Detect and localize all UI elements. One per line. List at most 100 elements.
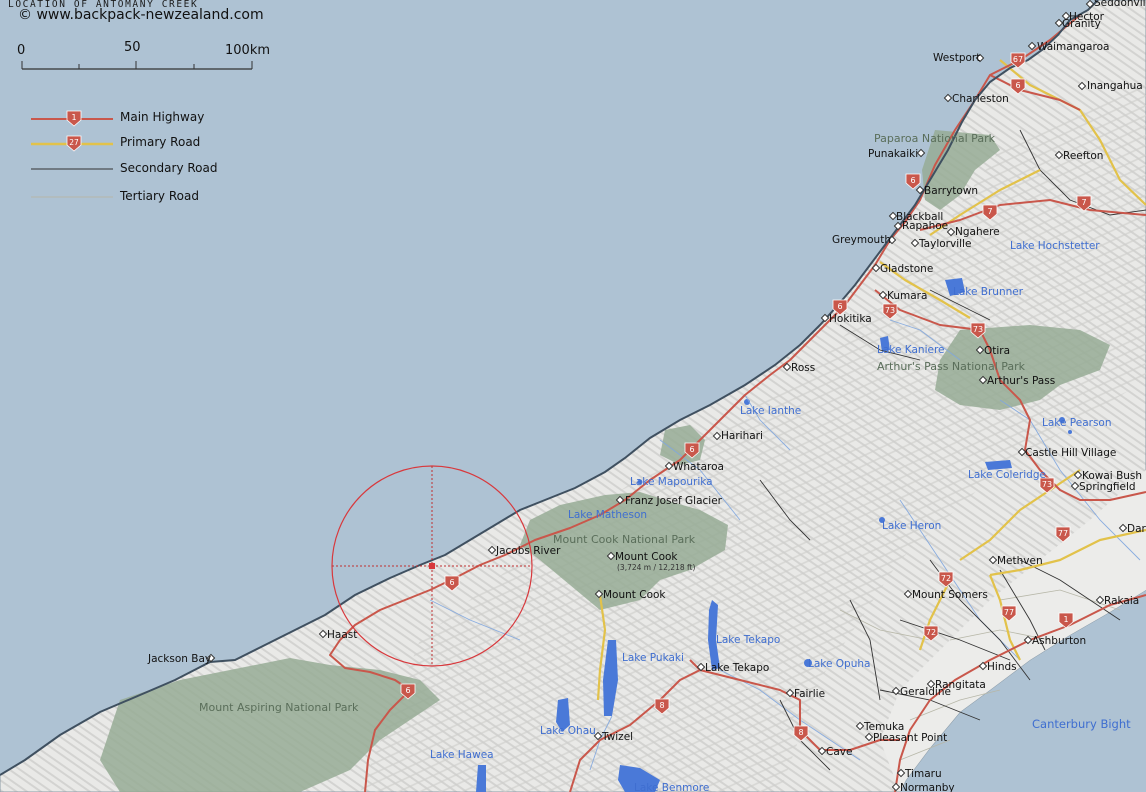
tertiary-road-symbol — [31, 196, 113, 198]
label-jackson-bay: Jackson Bay — [147, 653, 211, 665]
main-highway-shield-number: 67 — [1013, 55, 1023, 64]
legend-label-secondary-road: Secondary Road — [120, 161, 218, 175]
label-punakaiki: Punakaiki — [868, 148, 918, 160]
label-timaru: Timaru — [904, 768, 942, 780]
label-seddonville: Seddonvill — [1094, 0, 1146, 9]
label-haast: Haast — [327, 629, 357, 641]
legend-label-main-highway: Main Highway — [120, 110, 205, 124]
label-normanby: Normanby — [900, 782, 955, 792]
main-highway-shield-number: 73 — [885, 306, 895, 315]
label-lake-heron: Lake Heron — [882, 520, 941, 532]
label-mount-somers: Mount Somers — [912, 589, 988, 601]
main-highway-shield-number: 6 — [689, 445, 694, 454]
label-lake-pukaki: Lake Pukaki — [622, 652, 684, 664]
label-kumara: Kumara — [887, 290, 927, 302]
label-lake-coleridge: Lake Coleridge — [968, 469, 1046, 481]
label-lake-benmore: Lake Benmore — [634, 782, 709, 792]
primary-road-shield-number: 27 — [69, 138, 79, 147]
label-ashburton: Ashburton — [1032, 635, 1086, 647]
label-castle-hill: Castle Hill Village — [1025, 447, 1116, 459]
marker-point — [429, 563, 435, 569]
legend-main-highway: 1 Main Highway — [28, 108, 258, 128]
main-highway-shield-number: 1 — [1063, 615, 1068, 624]
legend-tertiary-road: Tertiary Road — [28, 187, 258, 207]
label-lake-hawea: Lake Hawea — [430, 749, 494, 761]
label-barrytown: Barrytown — [924, 185, 978, 197]
label-canterbury-bight: Canterbury Bight — [1032, 717, 1131, 731]
site-credit[interactable]: © www.backpack-newzealand.com — [18, 7, 264, 23]
scale-label-100: 100km — [225, 43, 271, 58]
main-highway-shield-number: 6 — [449, 578, 454, 587]
scale-label-0: 0 — [17, 43, 26, 58]
label-darfield: Dar — [1127, 523, 1146, 535]
main-highway-shield-number: 6 — [405, 686, 410, 695]
label-greymouth: Greymouth — [832, 234, 891, 246]
label-rapahoe: Rapahoe — [902, 220, 948, 232]
label-ngahere: Ngahere — [955, 226, 1000, 238]
label-pleasant-point: Pleasant Point — [873, 732, 947, 744]
label-mount-cook-village: Mount Cook — [603, 589, 666, 601]
primary-road-shield-number: 7 — [1081, 198, 1086, 207]
primary-road-shield-number: 77 — [1004, 608, 1014, 617]
label-fairlie: Fairlie — [794, 688, 825, 700]
primary-road-shield-number: 72 — [941, 574, 951, 583]
main-highway-shield-number: 8 — [659, 701, 664, 710]
label-lake-kaniere: Lake Kaniere — [877, 344, 945, 356]
label-reefton: Reefton — [1063, 150, 1103, 162]
label-lake-opuha: Lake Opuha — [808, 658, 870, 670]
label-charleston: Charleston — [952, 93, 1009, 105]
main-highway-shield-number: 6 — [910, 176, 915, 185]
label-lake-mapourika: Lake Mapourika — [630, 476, 713, 488]
primary-road-shield-number: 73 — [1042, 480, 1052, 489]
label-lake-tekapo-town: Lake Tekapo — [705, 662, 769, 674]
label-lake-brunner: Lake Brunner — [953, 286, 1024, 298]
label-taylorville: Taylorville — [918, 238, 971, 250]
label-lake-ohau: Lake Ohau — [540, 725, 596, 737]
label-methven: Methven — [997, 555, 1043, 567]
main-highway-symbol: 1 — [31, 110, 113, 127]
label-hinds: Hinds — [987, 661, 1017, 673]
label-jacobs-river: Jacobs River — [495, 545, 561, 557]
main-highway-shield-number: 1 — [71, 113, 76, 122]
label-harihari: Harihari — [721, 430, 763, 442]
label-waimangaroa: Waimangaroa — [1037, 41, 1109, 53]
scale-label-50: 50 — [124, 40, 141, 55]
main-highway-shield-number: 6 — [1015, 81, 1020, 90]
label-paparoa-np: Paparoa National Park — [874, 132, 996, 145]
label-springfield: Springfield — [1079, 481, 1136, 493]
main-highway-shield-number: 8 — [798, 728, 803, 737]
label-arthurs-pass: Arthur's Pass — [987, 375, 1055, 387]
label-hokitika: Hokitika — [829, 313, 872, 325]
label-cave: Cave — [826, 746, 852, 758]
legend-label-primary-road: Primary Road — [120, 135, 201, 149]
scale-bar — [21, 61, 253, 70]
label-lake-ianthe: Lake Ianthe — [740, 405, 801, 417]
label-mount-cook-peak: Mount Cook — [615, 551, 678, 563]
main-highway-shield-number: 6 — [837, 302, 842, 311]
label-mount-cook-np: Mount Cook National Park — [553, 533, 696, 546]
primary-road-shield-number: 77 — [1058, 529, 1068, 538]
label-otira: Otira — [984, 345, 1010, 357]
label-mount-aspiring-np: Mount Aspiring National Park — [199, 701, 359, 714]
label-rakaia: Rakaia — [1104, 595, 1139, 607]
legend-label-tertiary-road: Tertiary Road — [120, 189, 199, 203]
label-westport: Westport — [933, 52, 980, 64]
legend-secondary-road: Secondary Road — [28, 159, 258, 179]
label-geraldine: Geraldine — [900, 686, 951, 698]
label-whataroa: Whataroa — [673, 461, 724, 473]
label-inangahua: Inangahua — [1087, 80, 1143, 92]
primary-road-shield-number: 72 — [926, 628, 936, 637]
legend-primary-road: 27 Primary Road — [28, 133, 258, 153]
primary-road-symbol: 27 — [31, 135, 113, 152]
label-lake-tekapo-lake: Lake Tekapo — [716, 634, 780, 646]
main-highway-shield-number: 7 — [987, 207, 992, 216]
main-highway-shield-number: 73 — [973, 325, 983, 334]
secondary-road-symbol — [31, 168, 113, 170]
label-lake-hochstetter: Lake Hochstetter — [1010, 240, 1100, 252]
label-mount-cook-height: (3,724 m / 12,218 ft) — [617, 563, 695, 572]
label-lake-matheson: Lake Matheson — [568, 509, 647, 521]
label-gladstone: Gladstone — [880, 263, 933, 275]
label-ross: Ross — [791, 362, 815, 374]
label-arthurs-pass-np: Arthur's Pass National Park — [877, 360, 1026, 373]
label-twizel: Twizel — [601, 731, 633, 743]
